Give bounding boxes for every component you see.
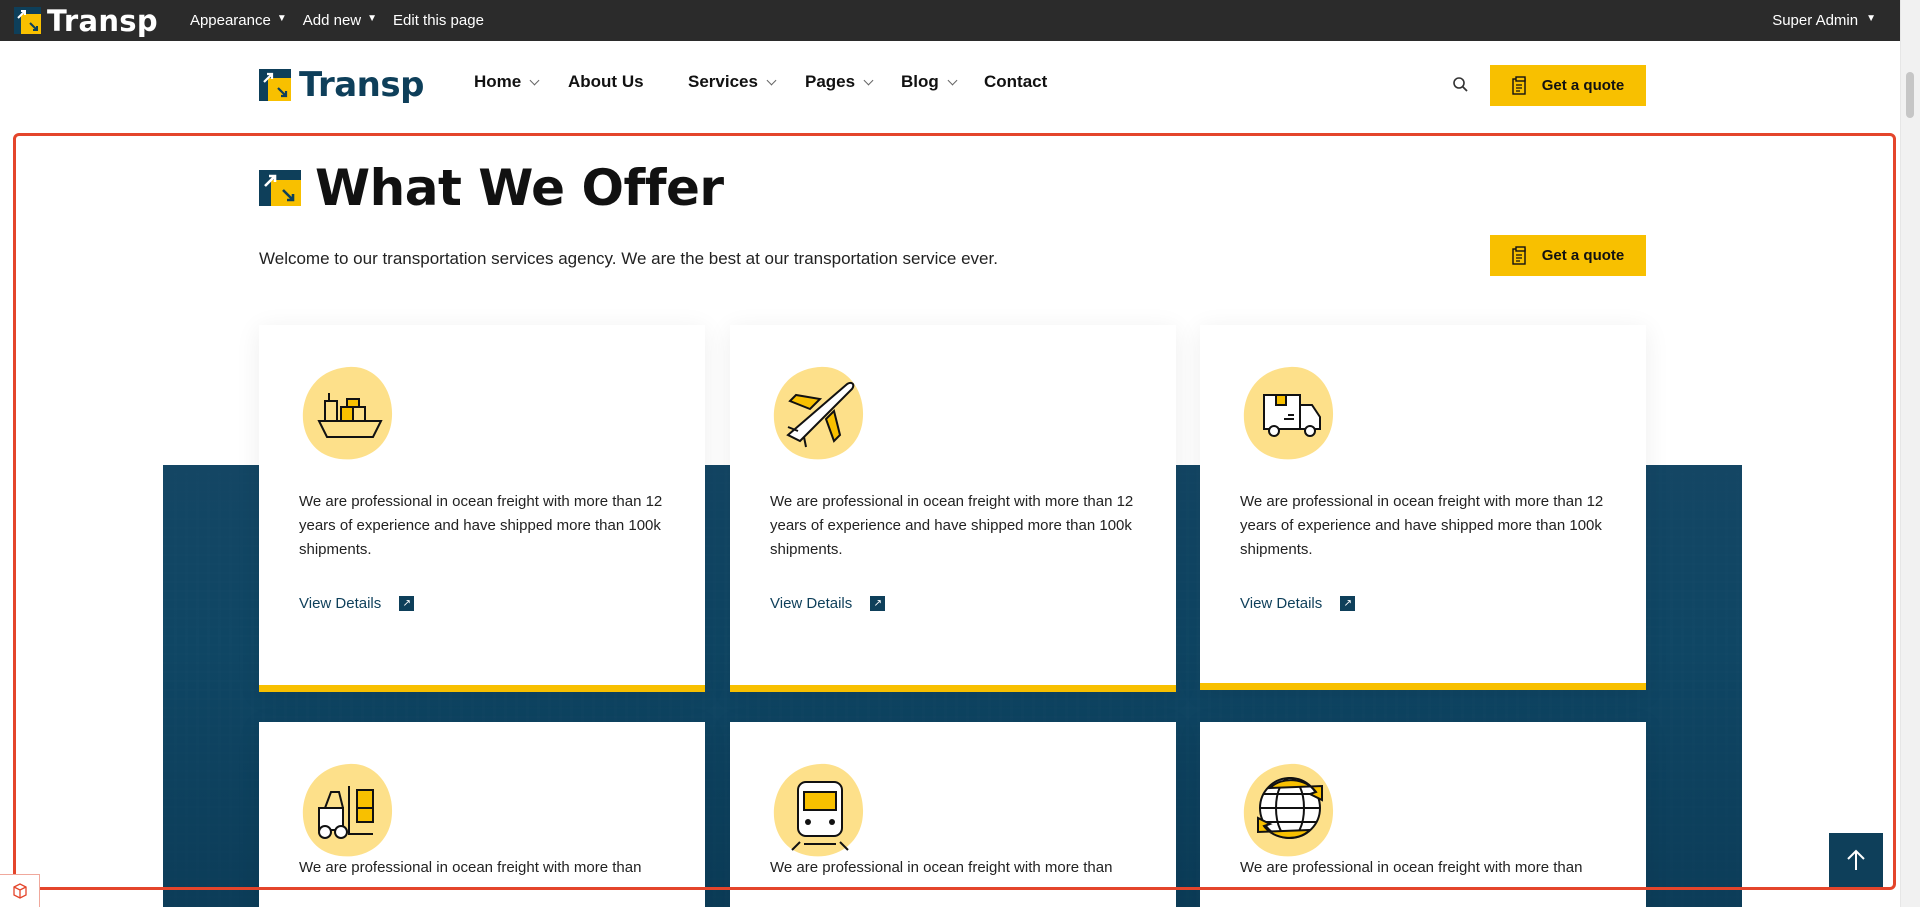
- card-accent-bar: [730, 685, 1176, 692]
- nav-services[interactable]: Services: [688, 72, 805, 92]
- admin-menu-edit-page[interactable]: Edit this page: [393, 12, 484, 29]
- service-card-description: We are professional in ocean freight wit…: [770, 493, 1134, 558]
- view-details-link[interactable]: View Details ↗: [299, 595, 415, 612]
- view-details-link[interactable]: View Details ↗: [1240, 595, 1356, 612]
- admin-bar-brand-name: Transp: [47, 3, 158, 38]
- arrow-up-right-icon: ↗: [1340, 596, 1356, 611]
- service-card: We are professional in ocean freight wit…: [1200, 722, 1646, 907]
- nav-home[interactable]: Home: [474, 72, 568, 92]
- nav-pages-label: Pages: [805, 72, 856, 91]
- service-card: We are professional in ocean freight wit…: [259, 722, 705, 907]
- delivery-truck-icon: [1240, 363, 1340, 463]
- view-details-link[interactable]: View Details ↗: [770, 595, 886, 612]
- scrollbar-thumb[interactable]: [1906, 72, 1914, 118]
- nav-about-us[interactable]: About Us: [568, 72, 688, 92]
- brand-logo-icon: [259, 170, 301, 206]
- admin-menu-edit-page-label: Edit this page: [393, 12, 484, 29]
- page-scrollbar[interactable]: [1900, 0, 1920, 907]
- site-brand-name: Transp: [299, 65, 424, 105]
- header-get-quote-button[interactable]: Get a quote: [1490, 65, 1646, 106]
- arrow-up-right-icon: ↗: [399, 596, 415, 611]
- view-details-label: View Details: [299, 595, 382, 612]
- nav-services-label: Services: [688, 72, 758, 91]
- service-card: We are professional in ocean freight wit…: [259, 325, 705, 692]
- back-to-top-button[interactable]: [1829, 833, 1883, 887]
- chevron-down-icon: [863, 75, 874, 86]
- arrow-up-right-icon: ↗: [870, 596, 886, 611]
- service-card: We are professional in ocean freight wit…: [730, 722, 1176, 907]
- brand-logo-icon: [259, 69, 291, 101]
- service-card-description: We are professional in ocean freight wit…: [1240, 493, 1604, 558]
- section-title: What We Offer: [315, 159, 724, 217]
- admin-bar: Transp Appearance ▼ Add new ▼ Edit this …: [0, 0, 1920, 41]
- chevron-down-icon: [529, 75, 540, 86]
- card-accent-bar: [259, 685, 705, 692]
- admin-user-menu[interactable]: Super Admin ▼: [1772, 0, 1876, 41]
- view-details-label: View Details: [770, 595, 853, 612]
- clipboard-icon: [1512, 246, 1528, 265]
- airplane-icon: [770, 363, 870, 463]
- train-icon: [770, 760, 870, 860]
- service-card-description: We are professional in ocean freight wit…: [299, 859, 642, 876]
- service-card: We are professional in ocean freight wit…: [1200, 325, 1646, 690]
- nav-blog[interactable]: Blog: [901, 72, 984, 92]
- section-get-quote-button[interactable]: Get a quote: [1490, 235, 1646, 276]
- section-heading: What We Offer: [259, 159, 724, 217]
- nav-pages[interactable]: Pages: [805, 72, 901, 92]
- nav-home-label: Home: [474, 72, 522, 91]
- brand-logo-icon: [14, 7, 41, 34]
- nav-contact[interactable]: Contact: [984, 72, 1047, 92]
- nav-contact-label: Contact: [984, 72, 1048, 91]
- site-logo[interactable]: Transp: [259, 65, 424, 105]
- cargo-ship-icon: [299, 363, 399, 463]
- globe-arrows-icon: [1240, 760, 1340, 860]
- what-we-offer-section: What We Offer Welcome to our transportat…: [0, 129, 1900, 907]
- admin-menu-appearance-label: Appearance: [189, 12, 271, 29]
- caret-down-icon: ▼: [1866, 13, 1876, 24]
- view-details-label: View Details: [1240, 595, 1323, 612]
- admin-user-name: Super Admin: [1772, 12, 1859, 29]
- section-get-quote-label: Get a quote: [1541, 247, 1625, 264]
- debug-toolbar-icon[interactable]: [0, 874, 40, 907]
- clipboard-icon: [1512, 76, 1528, 95]
- nav-about-us-label: About Us: [568, 72, 644, 91]
- chevron-down-icon: [766, 75, 777, 86]
- main-nav: Home About Us Services Pages Blog Contac…: [474, 72, 1047, 92]
- caret-down-icon: ▼: [276, 13, 287, 24]
- card-accent-bar: [1200, 683, 1646, 690]
- arrow-up-icon: [1847, 849, 1865, 870]
- service-card-description: We are professional in ocean freight wit…: [770, 859, 1113, 876]
- forklift-icon: [299, 760, 399, 860]
- admin-menu-add-new[interactable]: Add new ▼: [303, 12, 377, 29]
- chevron-down-icon: [947, 75, 958, 86]
- search-icon[interactable]: [1451, 75, 1471, 95]
- header-get-quote-label: Get a quote: [1541, 77, 1625, 94]
- service-card: We are professional in ocean freight wit…: [730, 325, 1176, 692]
- section-subtitle: Welcome to our transportation services a…: [259, 249, 998, 268]
- admin-menu-appearance[interactable]: Appearance ▼: [190, 12, 287, 29]
- service-card-description: We are professional in ocean freight wit…: [299, 493, 663, 558]
- admin-bar-brand[interactable]: Transp: [14, 4, 158, 38]
- caret-down-icon: ▼: [367, 13, 378, 24]
- admin-menu-add-new-label: Add new: [302, 12, 362, 29]
- service-card-description: We are professional in ocean freight wit…: [1240, 859, 1583, 876]
- site-header: Transp Home About Us Services Pages Blog…: [0, 41, 1900, 129]
- nav-blog-label: Blog: [901, 72, 939, 91]
